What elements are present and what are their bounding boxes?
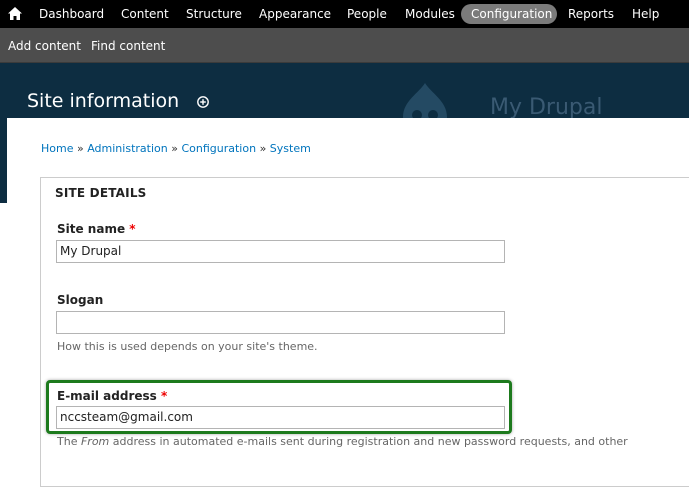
- toolbar-item-help[interactable]: Help: [632, 6, 659, 22]
- toolbar-item-configuration[interactable]: Configuration: [471, 6, 552, 22]
- toolbar-item-reports[interactable]: Reports: [568, 6, 614, 22]
- left-edge-strip: [0, 123, 7, 203]
- toolbar-item-structure[interactable]: Structure: [186, 6, 242, 22]
- fieldset-legend: SITE DETAILS: [55, 186, 147, 200]
- toolbar-item-modules[interactable]: Modules: [405, 6, 455, 22]
- drupal-logo-icon: [403, 83, 447, 123]
- site-name-label: Site name *: [57, 222, 136, 237]
- toolbar-item-dashboard[interactable]: Dashboard: [39, 6, 104, 22]
- slogan-label: Slogan: [57, 293, 104, 307]
- slogan-input[interactable]: [56, 311, 505, 334]
- breadcrumb-system[interactable]: System: [270, 142, 311, 155]
- site-name-input[interactable]: My Drupal: [56, 240, 505, 263]
- shortcut-add-content[interactable]: Add content: [8, 39, 81, 54]
- email-description-suffix: address in automated e-mails sent during…: [112, 435, 628, 448]
- breadcrumb-separator: »: [76, 142, 84, 155]
- toolbar-item-content[interactable]: Content: [121, 6, 169, 22]
- breadcrumb-separator: »: [259, 142, 267, 155]
- toolbar-item-appearance[interactable]: Appearance: [259, 6, 331, 22]
- required-marker: *: [129, 222, 136, 236]
- admin-toolbar: Dashboard Content Structure Appearance P…: [0, 0, 689, 28]
- email-description: The From address in automated e-mails se…: [57, 435, 628, 449]
- toolbar-item-people[interactable]: People: [347, 6, 387, 22]
- shortcuts-bar: Add content Find content: [0, 28, 689, 63]
- breadcrumb-configuration[interactable]: Configuration: [181, 142, 256, 155]
- email-description-from: From: [80, 435, 110, 448]
- breadcrumb-administration[interactable]: Administration: [87, 142, 168, 155]
- breadcrumb-home[interactable]: Home: [41, 142, 73, 155]
- page-title: Site information: [27, 90, 180, 112]
- page-header: My Drupal Site information: [0, 63, 689, 123]
- email-description-prefix: The: [57, 435, 78, 448]
- slogan-description: How this is used depends on your site's …: [57, 340, 318, 353]
- email-highlight-box: [46, 380, 512, 434]
- breadcrumb-separator: »: [171, 142, 178, 155]
- add-shortcut-icon[interactable]: [197, 96, 209, 108]
- site-name-watermark: My Drupal: [490, 95, 603, 120]
- shortcut-find-content[interactable]: Find content: [91, 39, 165, 54]
- breadcrumb: Home » Administration » Configuration » …: [41, 142, 311, 156]
- home-icon[interactable]: [8, 7, 22, 20]
- site-name-label-text: Site name: [57, 222, 126, 236]
